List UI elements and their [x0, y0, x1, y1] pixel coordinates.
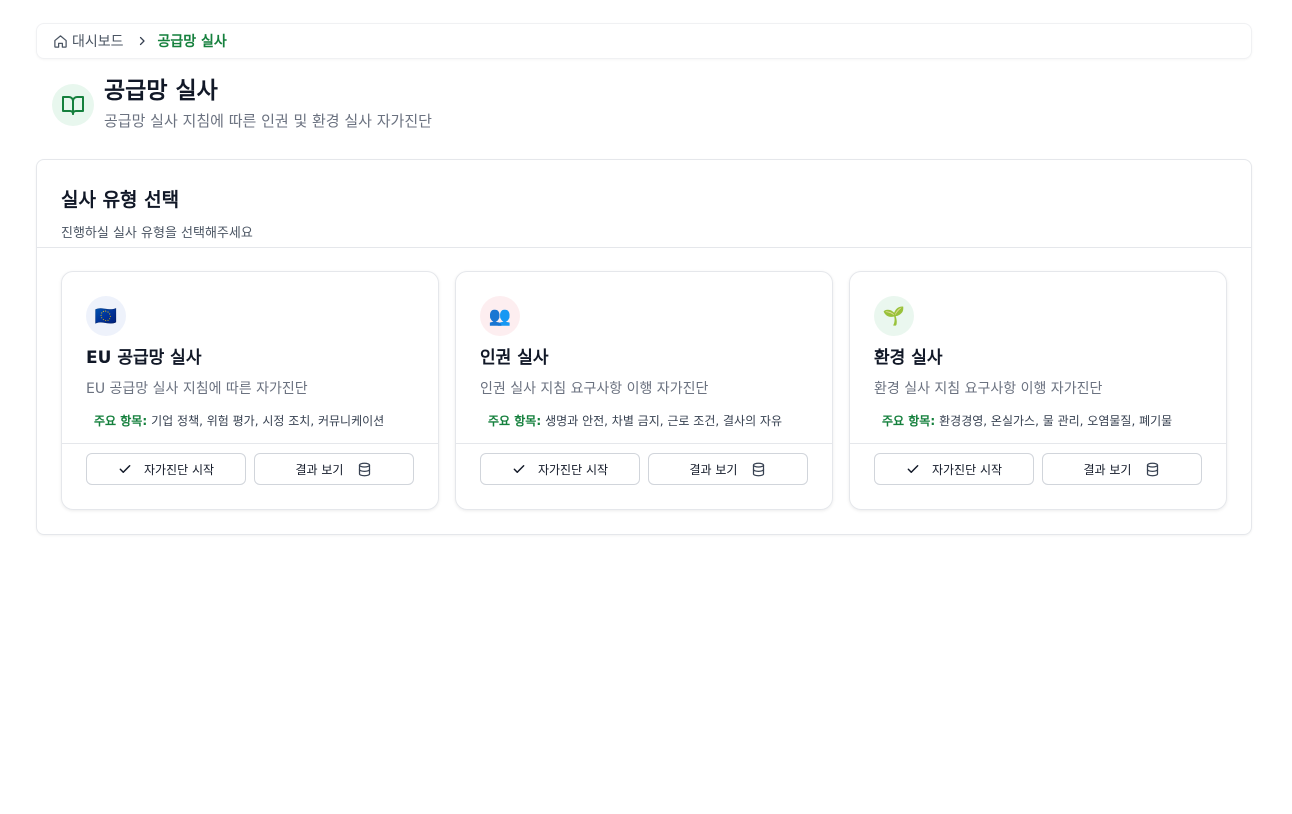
key-items-text: 환경경영, 온실가스, 물 관리, 오염물질, 폐기물 [939, 414, 1173, 428]
key-items-text: 생명과 안전, 차별 금지, 근로 조건, 결사의 자유 [545, 414, 783, 428]
start-self-assessment-button[interactable]: 자가진단 시작 [480, 453, 640, 485]
start-self-assessment-button[interactable]: 자가진단 시작 [86, 453, 246, 485]
audit-type-cards: 🇪🇺 EU 공급망 실사 EU 공급망 실사 지침에 따른 자가진단 주요 항목… [61, 271, 1227, 510]
breadcrumb-current: 공급망 실사 [157, 34, 227, 50]
panel-header: 실사 유형 선택 진행하실 실사 유형을 선택해주세요 [37, 160, 1251, 248]
chevron-right-icon [136, 35, 148, 47]
environment-audit-card: 🌱 환경 실사 환경 실사 지침 요구사항 이행 자가진단 주요 항목: 환경경영… [849, 271, 1227, 510]
view-results-button[interactable]: 결과 보기 [1042, 453, 1202, 485]
page-header: 공급망 실사 공급망 실사 지침에 따른 인권 및 환경 실사 자가진단 [52, 76, 432, 131]
check-icon [513, 465, 525, 473]
start-self-assessment-button[interactable]: 자가진단 시작 [874, 453, 1034, 485]
page-title: 공급망 실사 [104, 78, 218, 104]
key-items-text: 기업 정책, 위험 평가, 시정 조치, 커뮤니케이션 [151, 414, 385, 428]
card-description: EU 공급망 실사 지침에 따른 자가진단 [86, 381, 308, 397]
book-open-icon [52, 84, 94, 126]
page-subtitle: 공급망 실사 지침에 따른 인권 및 환경 실사 자가진단 [104, 112, 432, 130]
card-title: EU 공급망 실사 [86, 348, 202, 368]
start-button-label: 자가진단 시작 [143, 462, 215, 477]
results-button-label: 결과 보기 [1083, 462, 1132, 477]
view-results-button[interactable]: 결과 보기 [648, 453, 808, 485]
panel-description: 진행하실 실사 유형을 선택해주세요 [61, 226, 253, 241]
database-icon [753, 462, 765, 476]
key-items-label: 주요 항목: [882, 414, 936, 428]
key-items-label: 주요 항목: [488, 414, 542, 428]
key-items-label: 주요 항목: [94, 414, 148, 428]
card-description: 인권 실사 지침 요구사항 이행 자가진단 [480, 381, 709, 397]
card-key-items: 주요 항목: 기업 정책, 위험 평가, 시정 조치, 커뮤니케이션 [86, 412, 414, 429]
card-description: 환경 실사 지침 요구사항 이행 자가진단 [874, 381, 1103, 397]
results-button-label: 결과 보기 [295, 462, 344, 477]
people-icon: 👥 [480, 296, 520, 336]
view-results-button[interactable]: 결과 보기 [254, 453, 414, 485]
results-button-label: 결과 보기 [689, 462, 738, 477]
check-icon [907, 465, 919, 473]
database-icon [359, 462, 371, 476]
start-button-label: 자가진단 시작 [537, 462, 609, 477]
human-rights-audit-card: 👥 인권 실사 인권 실사 지침 요구사항 이행 자가진단 주요 항목: 생명과 … [455, 271, 833, 510]
breadcrumb: 대시보드 공급망 실사 [36, 23, 1252, 59]
database-icon [1147, 462, 1159, 476]
home-icon [54, 34, 67, 48]
seedling-icon: 🌱 [874, 296, 914, 336]
panel-title: 실사 유형 선택 [61, 189, 180, 211]
breadcrumb-home-link[interactable]: 대시보드 [53, 31, 124, 51]
card-key-items: 주요 항목: 환경경영, 온실가스, 물 관리, 오염물질, 폐기물 [874, 412, 1202, 429]
audit-type-panel: 실사 유형 선택 진행하실 실사 유형을 선택해주세요 🇪🇺 EU 공급망 실사… [36, 159, 1252, 535]
start-button-label: 자가진단 시작 [931, 462, 1003, 477]
breadcrumb-home-label: 대시보드 [72, 34, 124, 50]
card-key-items: 주요 항목: 생명과 안전, 차별 금지, 근로 조건, 결사의 자유 [480, 412, 808, 429]
card-title: 인권 실사 [480, 348, 549, 368]
eu-audit-card: 🇪🇺 EU 공급망 실사 EU 공급망 실사 지침에 따른 자가진단 주요 항목… [61, 271, 439, 510]
card-title: 환경 실사 [874, 348, 943, 368]
check-icon [119, 465, 131, 473]
eu-flag-icon: 🇪🇺 [86, 296, 126, 336]
